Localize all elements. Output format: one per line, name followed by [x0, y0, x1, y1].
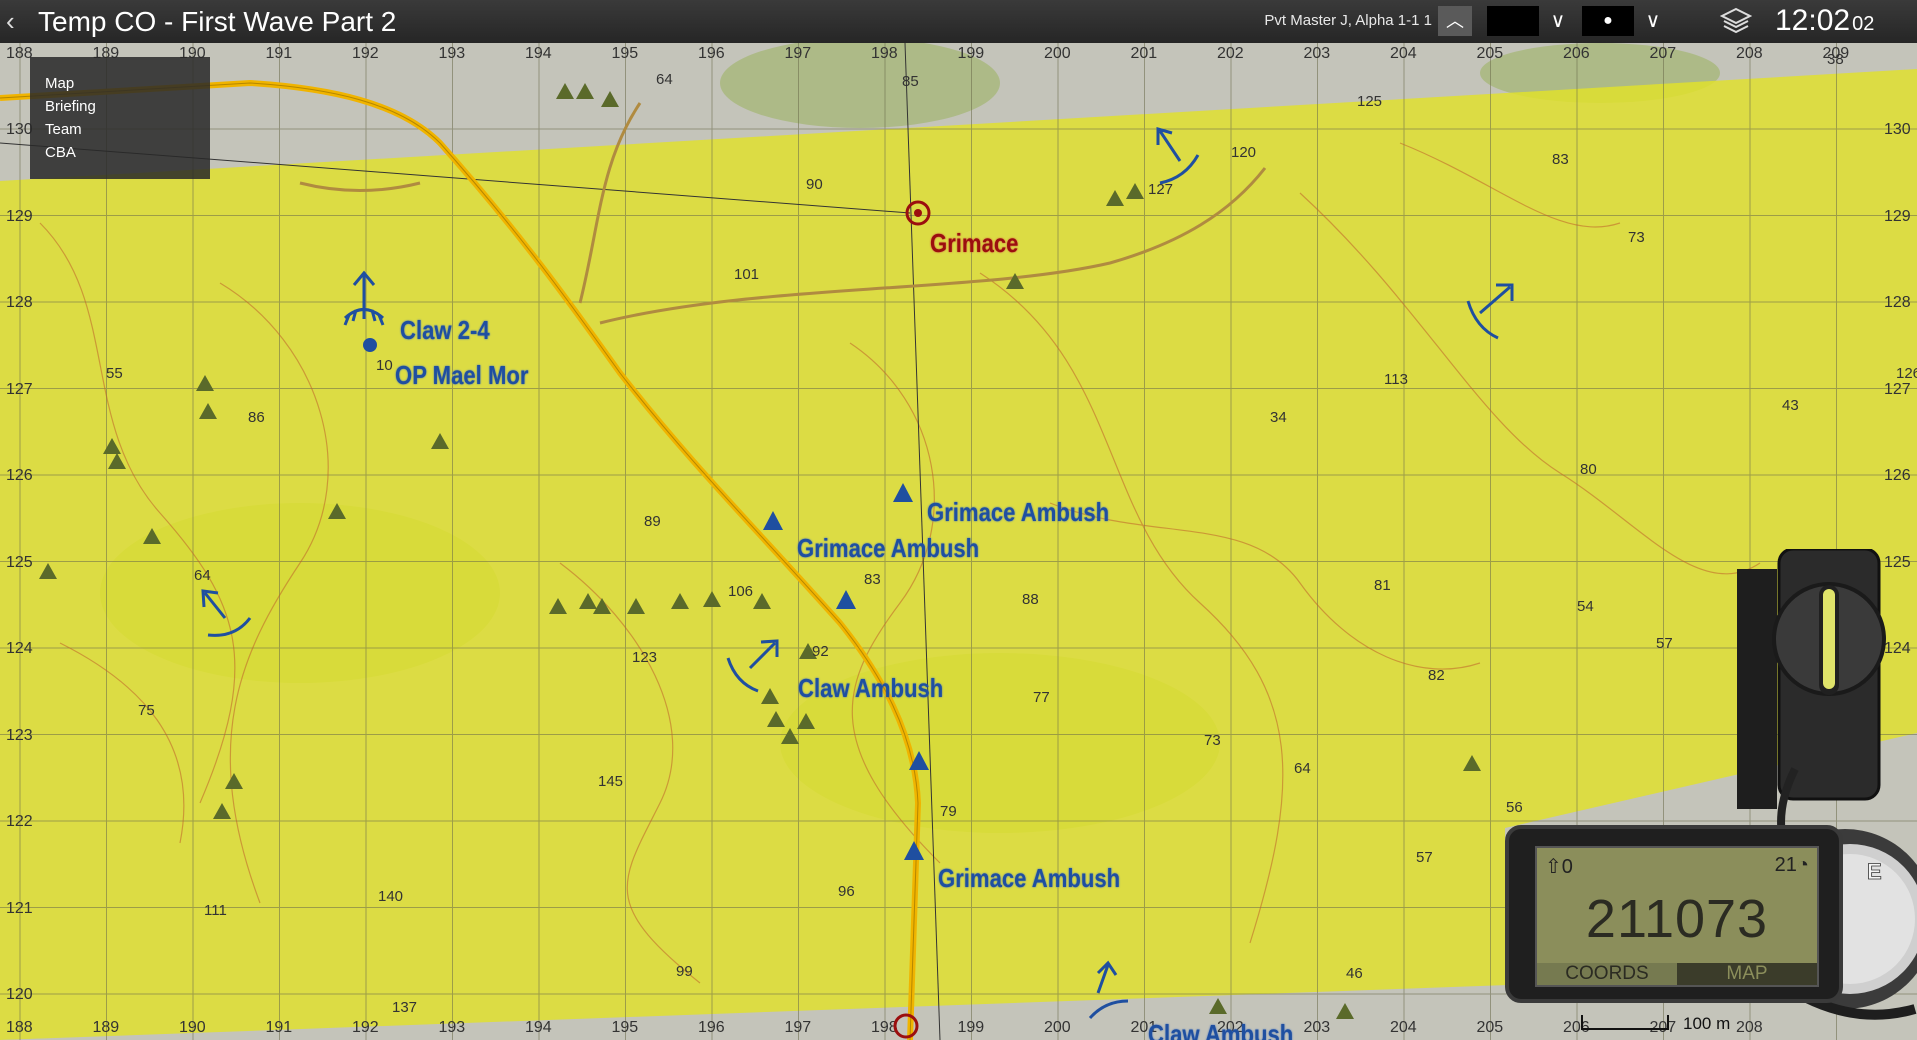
gps-tab-map[interactable]: MAP	[1677, 963, 1817, 985]
objective-bottom-icon[interactable]	[893, 1013, 919, 1039]
gps-bearing-readout: 21◔	[1775, 854, 1809, 877]
game-clock: 12:02 02	[1775, 4, 1874, 38]
ambush-arrow-icon[interactable]	[1466, 283, 1514, 340]
ambush-arrow-icon[interactable]	[1088, 960, 1129, 1020]
north-arrow-icon: ⇧	[1545, 856, 1562, 878]
marker-label-grimace-ambush-2[interactable]: Grimace Ambush	[797, 533, 979, 564]
ambush-arrow-icon[interactable]	[343, 270, 385, 326]
map-scale-bar	[1581, 1015, 1669, 1030]
marker-label-grimace[interactable]: Grimace	[930, 228, 1018, 259]
gps-north-value: 0	[1561, 856, 1573, 878]
menu-item-map[interactable]: Map	[30, 72, 210, 95]
top-bar: ‹ Temp CO - First Wave Part 2 Pvt Master…	[0, 0, 1917, 43]
marker-label-claw-ambush-1[interactable]: Claw Ambush	[798, 673, 943, 704]
gauge-icon: ◔	[1796, 854, 1809, 876]
svg-text:E: E	[1867, 859, 1882, 884]
ambush-triangle-icon[interactable]	[763, 511, 783, 530]
gps-coordinates: 211073	[1585, 889, 1769, 949]
ambush-arrow-icon[interactable]	[1156, 127, 1200, 185]
gps-bearing-value: 21	[1774, 854, 1797, 876]
gps-screen: ⇧0 21◔ 211073 COORDS MAP	[1535, 846, 1819, 987]
grimace-objective-icon[interactable]	[905, 200, 931, 226]
back-chevron-icon[interactable]: ‹	[6, 6, 28, 36]
marker-color-dropdown-icon[interactable]: ∨	[1543, 6, 1573, 36]
arma-map-screen: ‹ Temp CO - First Wave Part 2 Pvt Master…	[0, 0, 1917, 1040]
ambush-arrow-icon[interactable]	[726, 639, 779, 693]
gps-north-readout: ⇧0	[1545, 854, 1573, 879]
ambush-triangle-icon[interactable]	[893, 483, 913, 502]
map-menu-panel: Map Briefing Team CBA	[30, 57, 210, 179]
marker-label-op-mael-mor[interactable]: OP Mael Mor	[395, 360, 528, 391]
gps-device[interactable]: ⇧0 21◔ 211073 COORDS MAP	[1505, 825, 1843, 1003]
ambush-triangle-icon[interactable]	[909, 751, 929, 770]
marker-label-claw-ambush-2[interactable]: Claw Ambush	[1148, 1019, 1293, 1040]
collapse-chevron-up-icon[interactable]: ︿	[1438, 6, 1472, 36]
menu-item-briefing[interactable]: Briefing	[30, 95, 210, 118]
marker-label-grimace-ambush-1[interactable]: Grimace Ambush	[927, 497, 1109, 528]
marker-shape-swatch[interactable]: ●	[1582, 6, 1634, 36]
ambush-arrow-icon[interactable]	[201, 589, 252, 637]
player-name: Pvt Master J, Alpha 1-1 1	[1264, 12, 1432, 29]
marker-shape-dropdown-icon[interactable]: ∨	[1638, 6, 1668, 36]
clock-main: 12:02	[1775, 4, 1851, 37]
menu-item-team[interactable]: Team	[30, 118, 210, 141]
ambush-triangle-icon[interactable]	[836, 590, 856, 609]
marker-label-grimace-ambush-3[interactable]: Grimace Ambush	[938, 863, 1120, 894]
map-scale-label: 100 m	[1683, 1014, 1731, 1033]
marker-color-swatch[interactable]	[1487, 6, 1539, 36]
gps-tab-coords[interactable]: COORDS	[1537, 963, 1677, 985]
ambush-triangle-icon[interactable]	[904, 841, 924, 860]
clock-seconds: 02	[1852, 13, 1875, 35]
mission-title: Temp CO - First Wave Part 2	[38, 6, 397, 37]
menu-item-cba[interactable]: CBA	[30, 141, 210, 164]
layers-icon[interactable]	[1719, 6, 1753, 36]
marker-shape-value: ●	[1603, 12, 1613, 29]
marker-label-claw-2-4[interactable]: Claw 2-4	[400, 315, 490, 346]
op-position-dot-icon[interactable]	[363, 338, 377, 352]
